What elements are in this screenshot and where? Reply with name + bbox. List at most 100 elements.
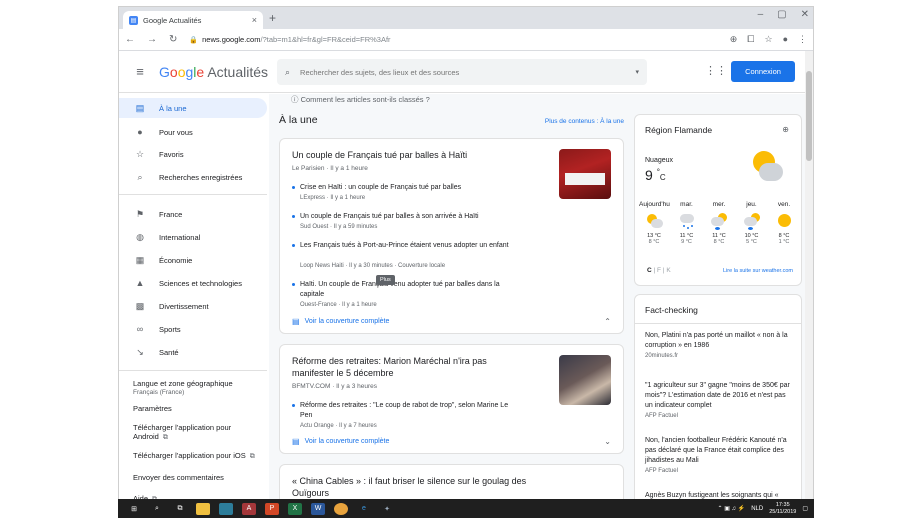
how-sorted-link[interactable]: ⓘ Comment les articles sont-ils classés … xyxy=(291,94,430,105)
chevron-up-icon[interactable]: ⌃ xyxy=(604,317,611,326)
sidebar-item-label: Pour vous xyxy=(159,127,193,137)
powerpoint-icon[interactable]: P xyxy=(265,502,279,515)
sidebar-item-economie[interactable]: ▦ Économie xyxy=(119,250,267,270)
chevron-down-icon[interactable]: ⌄ xyxy=(604,437,611,446)
maximize-button[interactable]: ▢ xyxy=(777,9,786,20)
unit-kelvin[interactable]: K xyxy=(666,267,670,274)
dropdown-caret-icon[interactable]: ▾ xyxy=(635,68,639,76)
access-icon[interactable]: A xyxy=(242,502,256,515)
full-coverage-link[interactable]: ▤ Voir la couverture complète xyxy=(292,437,389,446)
word-icon[interactable]: W xyxy=(311,502,325,515)
app-header: ≡ Google Actualités ⌕ ▾ ⋮⋮⋮ Connexion xyxy=(119,51,813,93)
tab-title: Google Actualités xyxy=(143,15,202,25)
section-more-link[interactable]: Plus de contenus : À la une xyxy=(545,118,624,125)
forecast-day[interactable]: jeu. 10 °C 5 °C xyxy=(737,201,767,245)
language-setting-link[interactable]: Langue et zone géographique Français (Fra… xyxy=(133,379,263,396)
input-language[interactable]: NLD xyxy=(751,506,763,512)
url-field[interactable]: 🔒 news.google.com /?tab=m1&hl=fr&gl=FR&c… xyxy=(189,35,390,44)
browser-tab[interactable]: ▤ Google Actualités × xyxy=(123,11,263,29)
sidebar-item-pour-vous[interactable]: ● Pour vous xyxy=(119,122,267,142)
forecast-day[interactable]: Aujourd'hu 13 °C 8 °C xyxy=(639,201,670,245)
new-tab-button[interactable]: + xyxy=(269,11,276,25)
task-view-icon[interactable]: ⧉ xyxy=(173,503,187,515)
story-thumbnail[interactable] xyxy=(559,355,611,405)
tab-strip: ▤ Google Actualités × + – ▢ ✕ xyxy=(119,7,813,29)
search-icon[interactable]: ⌕ xyxy=(285,67,290,78)
ios-app-label: Télécharger l'application pour iOS xyxy=(133,451,246,460)
clock[interactable]: 17:35 25/11/2019 xyxy=(769,502,796,516)
tooltip: Plus xyxy=(376,275,395,285)
sidebar-item-label: Économie xyxy=(159,255,193,265)
day-label: mer. xyxy=(712,201,726,208)
full-coverage-link[interactable]: ▤ Voir la couverture complète xyxy=(292,317,389,326)
reload-icon[interactable]: ↻ xyxy=(169,34,177,45)
story-title[interactable]: « China Cables » : il faut briser le sil… xyxy=(292,475,527,499)
fact-check-item[interactable]: "1 agriculteur sur 3" gagne "moins de 35… xyxy=(645,381,795,419)
page-scrollbar[interactable] xyxy=(805,51,813,517)
ios-app-link[interactable]: Télécharger l'application pour iOS ⧉ xyxy=(133,451,263,461)
location-icon[interactable]: ⊕ xyxy=(730,34,738,45)
profile-icon[interactable]: ● xyxy=(783,34,788,45)
file-explorer-icon[interactable] xyxy=(196,502,210,515)
hamburger-menu-icon[interactable]: ≡ xyxy=(125,64,155,79)
feedback-link[interactable]: Envoyer des commentaires xyxy=(133,473,263,482)
minimize-button[interactable]: – xyxy=(758,9,764,20)
day-label: ven. xyxy=(777,201,791,208)
forward-arrow-icon[interactable]: → xyxy=(147,34,157,45)
forecast-day[interactable]: mar. 11 °C 9 °C xyxy=(672,201,702,245)
translate-icon[interactable]: ⧠ xyxy=(747,34,754,45)
unit-celsius[interactable]: C xyxy=(647,267,652,274)
browser-window: ▤ Google Actualités × + – ▢ ✕ ← → ↻ 🔒 ne… xyxy=(118,6,814,518)
close-window-button[interactable]: ✕ xyxy=(801,9,809,20)
scrollbar-thumb[interactable] xyxy=(806,71,812,161)
bullet-dot xyxy=(292,215,295,218)
bookmark-star-icon[interactable]: ☆ xyxy=(764,34,772,45)
unit-fahrenheit[interactable]: F xyxy=(657,267,661,274)
story-title[interactable]: Un couple de Français tué par balles à H… xyxy=(292,149,527,161)
forecast-day[interactable]: mer. 11 °C 8 °C xyxy=(704,201,734,245)
search-icon[interactable]: ⌕ xyxy=(150,503,164,515)
partly-cloudy-icon xyxy=(743,151,783,185)
sidebar-item-label: International xyxy=(159,232,201,242)
weather-more-link[interactable]: Lire la suite sur weather.com xyxy=(723,268,793,274)
sidebar-item-sante[interactable]: ↘ Santé xyxy=(119,342,267,362)
menu-dots-icon[interactable]: ⋮ xyxy=(798,34,807,45)
sidebar-item-sciences[interactable]: ▲ Sciences et technologies xyxy=(119,273,267,293)
settings-link[interactable]: Paramètres xyxy=(133,404,263,413)
search-input[interactable] xyxy=(300,67,621,77)
tray-icons[interactable]: ⌃ ▣ ♫ ⚡ xyxy=(718,505,746,512)
story-title[interactable]: Réforme des retraites: Marion Maréchal n… xyxy=(292,355,527,379)
android-app-link[interactable]: Télécharger l'application pour Android ⧉ xyxy=(133,423,263,442)
app-icon[interactable]: ✦ xyxy=(380,503,394,515)
rain-icon xyxy=(678,212,696,230)
sidebar-item-france[interactable]: ⚑ France xyxy=(119,204,267,224)
related-meta: LExpress · Il y a 1 heure xyxy=(300,195,366,201)
related-title: Réforme des retraites : "Le coup de rabo… xyxy=(300,402,509,419)
chrome-icon[interactable] xyxy=(334,502,348,515)
forecast-day[interactable]: ven. 8 °C 1 °C xyxy=(769,201,799,245)
sidebar-item-sports[interactable]: ∞ Sports xyxy=(119,319,267,339)
login-button[interactable]: Connexion xyxy=(731,61,795,82)
excel-icon[interactable]: X xyxy=(288,502,302,515)
story-thumbnail[interactable] xyxy=(559,149,611,199)
sidebar-item-international[interactable]: ◍ International xyxy=(119,227,267,247)
back-arrow-icon[interactable]: ← xyxy=(125,34,135,45)
weather-location: Région Flamande xyxy=(645,125,713,135)
day-label: Aujourd'hu xyxy=(639,201,670,208)
tab-close-icon[interactable]: × xyxy=(252,15,257,25)
windows-start-icon[interactable]: ⊞ xyxy=(127,503,141,515)
fact-check-item[interactable]: Non, Platini n'a pas porté un maillot « … xyxy=(645,331,795,359)
related-meta: Loop News Haiti · Il y a 30 minutes · Co… xyxy=(300,263,446,269)
app-icon[interactable] xyxy=(219,502,233,515)
story-card: Un couple de Français tué par balles à H… xyxy=(279,138,624,334)
fact-checking-divider xyxy=(635,323,801,324)
fact-check-item[interactable]: Non, l'ancien footballeur Frédéric Kanou… xyxy=(645,436,795,474)
weather-forecast: Aujourd'hu 13 °C 8 °C mar. 11 °C 9 °C me… xyxy=(639,201,799,245)
sidebar-item-favoris[interactable]: ☆ Favoris xyxy=(119,144,267,164)
sidebar-item-divertissement[interactable]: ▩ Divertissement xyxy=(119,296,267,316)
edge-icon[interactable]: e xyxy=(357,503,371,515)
notifications-icon[interactable]: ▢ xyxy=(802,505,808,512)
sidebar-item-recherches[interactable]: ⌕ Recherches enregistrées xyxy=(119,167,267,187)
location-target-icon[interactable]: ⊕ xyxy=(782,125,789,134)
sidebar-item-a-la-une[interactable]: ▤ À la une xyxy=(119,98,267,118)
